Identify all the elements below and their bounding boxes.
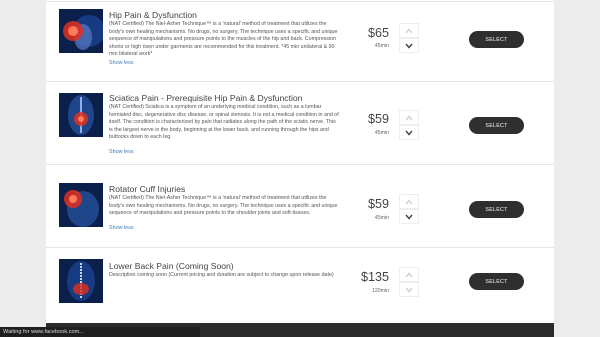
show-less-link[interactable]: Show less [109, 149, 134, 155]
chevron-down-icon [405, 287, 413, 293]
service-title: Rotator Cuff Injuries [109, 184, 186, 194]
duration-stepper [399, 23, 419, 53]
stepper-up-button[interactable] [399, 23, 419, 38]
lower-back-image [59, 259, 103, 303]
chevron-up-icon [405, 271, 413, 277]
service-price: $59 [367, 197, 389, 211]
service-item-rotator-cuff: Rotator Cuff Injuries (NAT Certified) Th… [46, 165, 554, 247]
stepper-up-button[interactable] [399, 110, 419, 125]
duration-stepper [399, 194, 419, 224]
browser-status-bar: Waiting for www.facebook.com... [0, 327, 200, 337]
stepper-down-button[interactable] [399, 38, 419, 53]
stepper-down-button[interactable] [399, 125, 419, 140]
service-item-hip-pain: Hip Pain & Dysfunction (NAT Certified) T… [46, 0, 554, 80]
service-duration: 45min [374, 43, 389, 49]
chevron-up-icon [405, 27, 413, 33]
show-less-link[interactable]: Show less [109, 225, 134, 231]
chevron-up-icon [405, 114, 413, 120]
service-price: $59 [367, 112, 389, 126]
service-price: $65 [367, 26, 389, 40]
duration-stepper [399, 267, 419, 297]
service-description: (NAT Certified) Sciatica is a symptom of… [109, 104, 339, 141]
service-description: (NAT Certified) The Niel-Asher Technique… [109, 21, 338, 58]
stepper-down-button[interactable] [399, 282, 419, 297]
stepper-down-button[interactable] [399, 209, 419, 224]
sciatica-image [59, 93, 103, 137]
rotator-cuff-image [59, 183, 103, 227]
services-panel: Hip Pain & Dysfunction (NAT Certified) T… [46, 0, 554, 323]
select-button[interactable]: SELECT [469, 273, 524, 290]
service-item-sciatica: Sciatica Pain - Prerequisite Hip Pain & … [46, 82, 554, 164]
chevron-down-icon [405, 130, 413, 136]
service-description: Description coming soon (Current pricing… [109, 272, 334, 278]
select-button[interactable]: SELECT [469, 201, 524, 218]
service-item-lower-back: Lower Back Pain (Coming Soon) Descriptio… [46, 248, 554, 323]
chevron-down-icon [405, 43, 413, 49]
chevron-down-icon [405, 214, 413, 220]
service-title: Sciatica Pain - Prerequisite Hip Pain & … [109, 93, 303, 103]
select-button[interactable]: SELECT [469, 117, 524, 134]
service-description: (NAT Certified) The Niel-Asher Technique… [109, 195, 338, 217]
show-less-link[interactable]: Show less [109, 60, 134, 66]
service-title: Hip Pain & Dysfunction [109, 10, 197, 20]
duration-stepper [399, 110, 419, 140]
service-duration: 120min [371, 288, 389, 294]
stepper-up-button[interactable] [399, 194, 419, 209]
service-price: $135 [360, 270, 389, 284]
hip-pain-image [59, 9, 103, 53]
service-duration: 45min [374, 215, 389, 221]
chevron-up-icon [405, 198, 413, 204]
service-title: Lower Back Pain (Coming Soon) [109, 261, 234, 271]
service-duration: 45min [374, 130, 389, 136]
select-button[interactable]: SELECT [469, 31, 524, 48]
stepper-up-button[interactable] [399, 267, 419, 282]
